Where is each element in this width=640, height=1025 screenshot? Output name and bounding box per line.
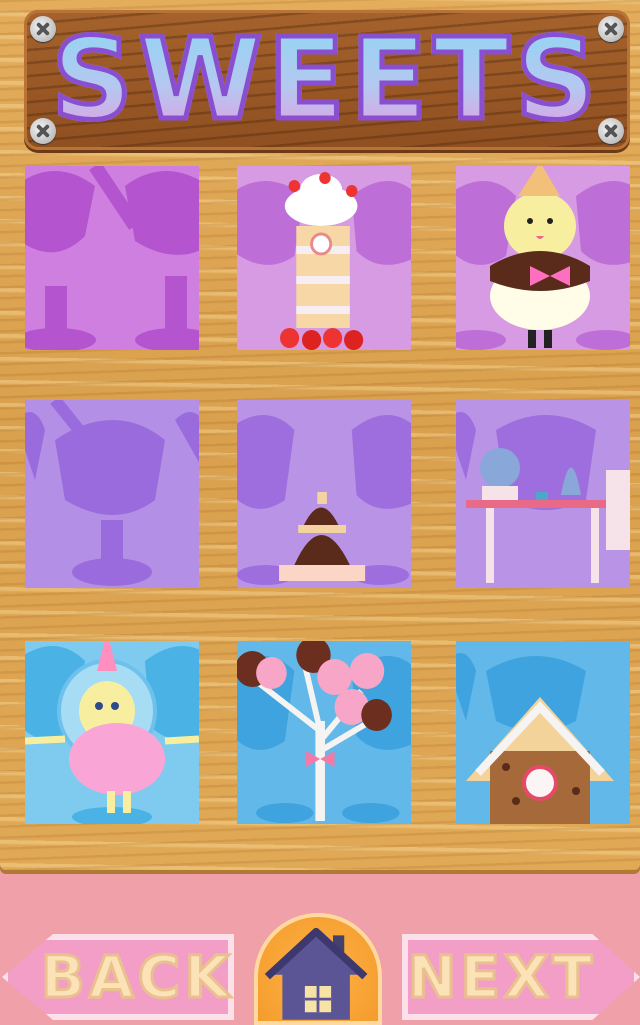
next-button-label: NEXT bbox=[406, 942, 597, 1013]
tile-cotton-candy-character[interactable] bbox=[25, 641, 199, 824]
home-button[interactable] bbox=[254, 913, 382, 1025]
tile-locked-sundae-1[interactable] bbox=[25, 166, 199, 350]
tile-chocolate-layer-cake[interactable] bbox=[237, 400, 411, 588]
tile-gingerbread-house[interactable] bbox=[456, 641, 630, 824]
page-title: SWEETS bbox=[24, 16, 630, 145]
back-button[interactable]: BACK bbox=[2, 934, 234, 1020]
title-plaque: SWEETS bbox=[24, 10, 630, 150]
tile-cake-pop-tree[interactable] bbox=[237, 641, 411, 824]
cake-pop-tree-icon bbox=[237, 641, 411, 824]
cotton-candy-character-icon bbox=[25, 641, 199, 824]
wooden-board: SWEETS bbox=[0, 0, 640, 870]
tile-ice-cream-cone-character[interactable] bbox=[456, 166, 630, 350]
tile-locked-sundae-2[interactable] bbox=[25, 400, 199, 588]
tile-strawberry-cake-tower[interactable] bbox=[237, 166, 411, 350]
ice-cream-character-icon bbox=[456, 166, 630, 350]
back-button-label: BACK bbox=[39, 942, 234, 1013]
strawberry-cake-icon bbox=[237, 166, 411, 350]
tile-candy-table-scene[interactable] bbox=[456, 400, 630, 588]
chocolate-cake-icon bbox=[237, 400, 411, 588]
gingerbread-house-icon bbox=[456, 641, 630, 824]
sundae-silhouette-icon bbox=[25, 166, 199, 350]
house-icon bbox=[264, 927, 368, 1020]
next-button[interactable]: NEXT bbox=[402, 934, 640, 1020]
sundae-silhouette-icon bbox=[25, 400, 199, 588]
candy-table-icon bbox=[456, 400, 630, 588]
